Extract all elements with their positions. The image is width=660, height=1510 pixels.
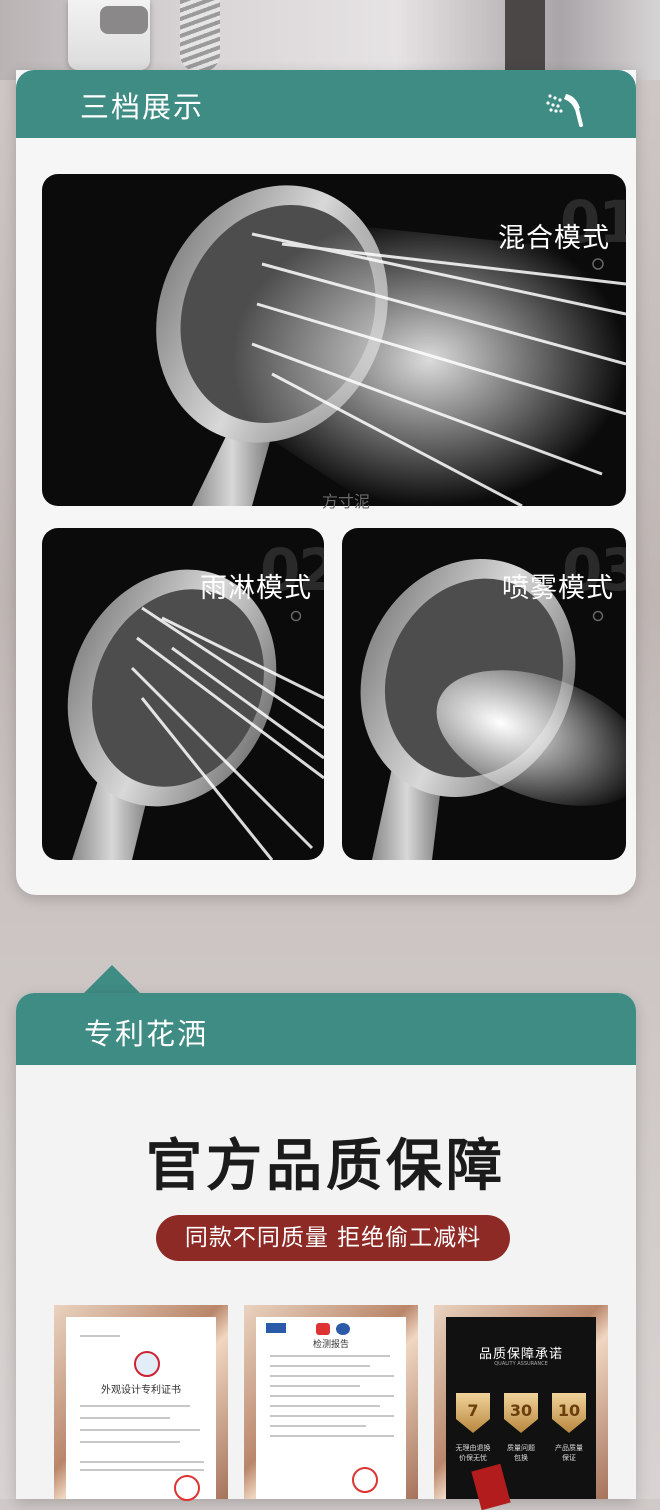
badge-30-icon: 30	[504, 1393, 538, 1433]
badge-10-icon: 10	[552, 1393, 586, 1433]
red-ribbon-icon	[471, 1463, 511, 1510]
mode-label: 雨淋模式	[200, 573, 312, 604]
quality-promise-certificate: 品质保障承诺 QUALITY ASSURANCE 7 30 10 无理由退换 价…	[434, 1305, 608, 1510]
watermark-text: 方寸泥	[322, 492, 371, 511]
red-seal-icon	[174, 1475, 200, 1501]
shower-head-icon	[546, 94, 583, 127]
shower-hose-image	[180, 0, 220, 72]
patent-certificate: 外观设计专利证书	[54, 1305, 228, 1501]
three-modes-card: 三档展示 01 混合模式 02 雨淋模式 03 喷雾模式 方寸泥	[16, 70, 636, 895]
badge-text: 质量问题 包换	[507, 1444, 535, 1462]
badge-text: 产品质量 保证	[555, 1444, 583, 1462]
promise-title: 品质保障承诺	[478, 1347, 563, 1362]
quality-pill: 同款不同质量 拒绝偷工减料	[156, 1215, 510, 1261]
badge-7-icon: 7	[456, 1393, 490, 1433]
patent-emblem-icon	[134, 1351, 160, 1377]
red-seal-icon	[352, 1467, 378, 1493]
patent-card: 专利花洒 官方品质保障 同款不同质量 拒绝偷工减料 外观设计专利证书 检测报告	[16, 993, 636, 1510]
glass-door-rail	[505, 0, 545, 80]
patent-cert-title: 外观设计专利证书	[101, 1385, 181, 1396]
inspection-report: 检测报告	[244, 1305, 418, 1499]
patent-header: 专利花洒	[16, 993, 636, 1065]
three-modes-title: 三档展示	[80, 90, 205, 124]
patent-title: 专利花洒	[84, 1017, 209, 1051]
promise-subtitle: QUALITY ASSURANCE	[494, 1361, 548, 1367]
three-modes-header: 三档展示	[16, 70, 636, 138]
mode-label: 喷雾模式	[502, 573, 614, 604]
header-notch	[84, 965, 140, 993]
report-title: 检测报告	[312, 1340, 349, 1350]
badge-text: 无理由退换 价保无忧	[455, 1444, 491, 1462]
cnas-logo-icon	[336, 1323, 350, 1335]
mode-panel-rain: 02 雨淋模式	[42, 528, 324, 860]
cma-logo-icon	[316, 1323, 330, 1335]
ats-logo-icon	[266, 1323, 286, 1333]
mode-label: 混合模式	[498, 223, 610, 254]
bracket-hole	[100, 6, 148, 34]
quality-headline: 官方品质保障	[146, 1134, 506, 1199]
mode-panel-mist: 03 喷雾模式	[342, 528, 626, 860]
mode-panel-mixed: 01 混合模式	[42, 174, 626, 506]
